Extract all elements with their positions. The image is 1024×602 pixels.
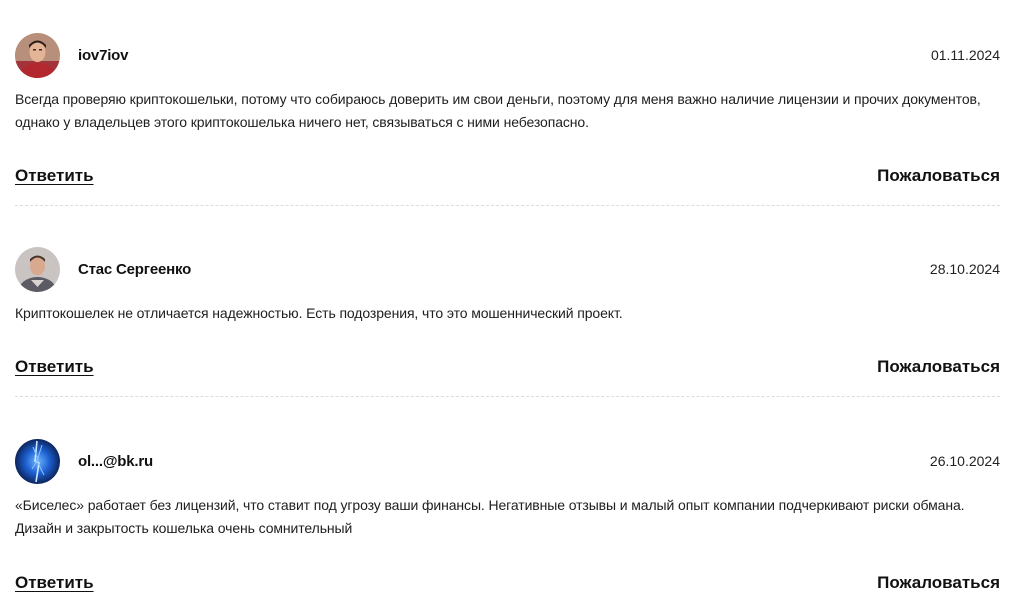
comment-item: iov7iov 01.11.2024 Всегда проверяю крипт… [15, 32, 1000, 185]
report-button[interactable]: Пожаловаться [877, 357, 1000, 377]
user-avatar[interactable] [15, 246, 60, 292]
reply-button[interactable]: Ответить [15, 357, 94, 377]
comment-text: «Биселес» работает без лицензий, что ста… [15, 497, 965, 536]
report-button[interactable]: Пожаловаться [877, 573, 1000, 593]
comment-date: 26.10.2024 [929, 453, 1000, 469]
comment-item: Стас Сергеенко 28.10.2024 Криптокошелек … [15, 246, 1000, 376]
abstract-blue-avatar-icon [15, 438, 60, 484]
comment-date: 01.11.2024 [930, 47, 1000, 63]
user-photo-avatar-icon [15, 32, 60, 78]
comment-divider [15, 205, 1000, 206]
comment-text: Криптокошелек не отличается надежностью.… [15, 305, 623, 321]
comment-actions: Ответить Пожаловаться [15, 357, 1000, 379]
comment-header: Стас Сергеенко 28.10.2024 [15, 246, 1000, 292]
comments-list: iov7iov 01.11.2024 Всегда проверяю крипт… [0, 0, 1024, 602]
reply-button[interactable]: Ответить [15, 166, 94, 186]
comment-header: ol...@bk.ru 26.10.2024 [15, 438, 1000, 484]
comment-actions: Ответить Пожаловаться [15, 166, 1000, 188]
comment-actions: Ответить Пожаловаться [15, 573, 1000, 595]
comment-date: 28.10.2024 [929, 261, 1000, 277]
user-avatar[interactable] [15, 32, 60, 78]
report-button[interactable]: Пожаловаться [877, 166, 1000, 186]
user-avatar[interactable] [15, 438, 60, 484]
comment-divider [15, 396, 1000, 397]
user-photo-avatar-icon [15, 246, 60, 292]
comment-author: ol...@bk.ru [78, 452, 153, 470]
comment-author: Стас Сергеенко [78, 260, 192, 278]
reply-button[interactable]: Ответить [15, 573, 94, 593]
comment-author: iov7iov [78, 46, 129, 64]
comment-item: ol...@bk.ru 26.10.2024 «Биселес» работае… [15, 438, 1000, 592]
comment-header: iov7iov 01.11.2024 [15, 32, 1000, 78]
comment-text: Всегда проверяю криптокошельки, потому ч… [15, 91, 981, 130]
